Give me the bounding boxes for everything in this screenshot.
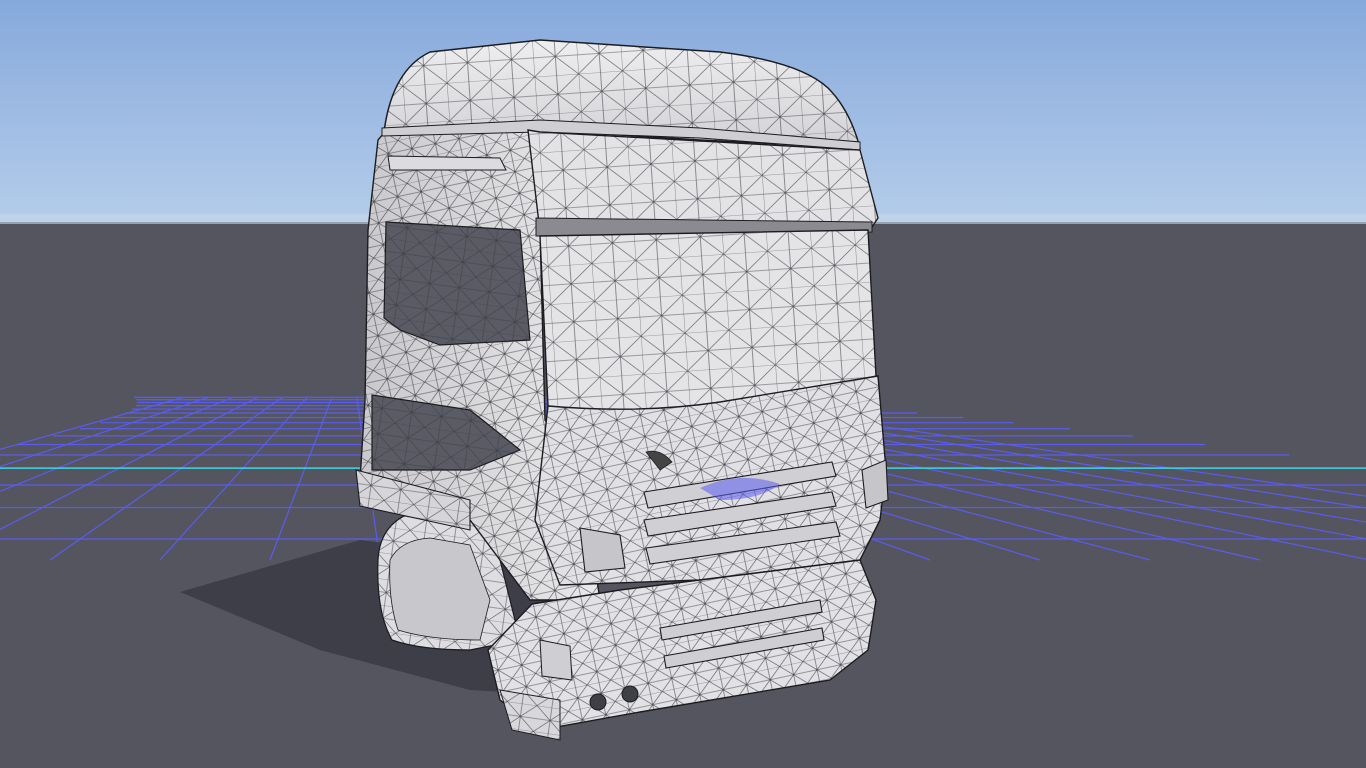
scene-canvas[interactable]	[0, 0, 1366, 768]
3d-viewport[interactable]	[0, 0, 1366, 768]
truck-cab-mesh[interactable]	[355, 39, 889, 741]
fog-light-right	[621, 685, 639, 703]
fog-light-left	[589, 693, 607, 711]
headlight-left	[579, 527, 626, 573]
side-vent	[387, 155, 507, 171]
